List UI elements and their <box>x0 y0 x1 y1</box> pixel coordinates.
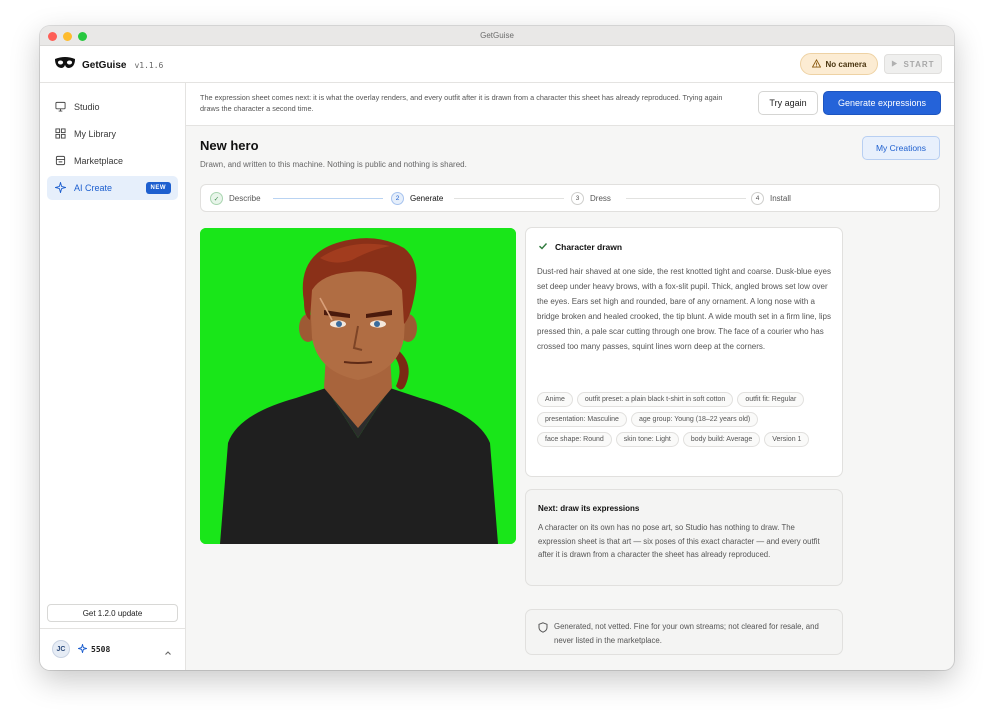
my-creations-button[interactable]: My Creations <box>862 136 940 160</box>
update-button[interactable]: Get 1.2.0 update <box>47 604 178 622</box>
step-label: Install <box>770 194 791 203</box>
step-generate[interactable]: 2 Generate <box>391 192 443 205</box>
step-connector <box>273 198 383 199</box>
sidebar: Studio My Library Marketplace AI Create … <box>40 83 186 670</box>
sparkle-icon <box>53 180 68 195</box>
vetting-notice-text: Generated, not vetted. Fine for your own… <box>554 622 819 645</box>
credits-balance: 5508 <box>76 642 111 655</box>
window-title: GetGuise <box>480 31 514 40</box>
tag: outfit fit: Regular <box>737 392 805 407</box>
zoom-window-button[interactable] <box>78 32 87 41</box>
notice-text: The expression sheet comes next: it is w… <box>200 93 723 113</box>
try-again-button[interactable]: Try again <box>758 91 818 115</box>
progress-stepper: ✓ Describe 2 Generate 3 Dress 4 Install <box>200 184 940 212</box>
tag: Anime <box>537 392 573 407</box>
step-check-icon: ✓ <box>210 192 223 205</box>
warning-icon <box>811 58 821 70</box>
camera-status-pill[interactable]: No camera <box>800 53 878 75</box>
notice-bar: The expression sheet comes next: it is w… <box>186 83 954 126</box>
tag: outfit preset: a plain black t-shirt in … <box>576 392 734 407</box>
play-icon <box>891 59 898 69</box>
step-describe[interactable]: ✓ Describe <box>210 192 261 205</box>
grid-icon <box>55 127 66 141</box>
character-details-card: Character drawn Dust-red hair shaved at … <box>525 227 843 477</box>
next-step-card: Next: draw its expressions A character o… <box>525 489 843 586</box>
character-description: Dust-red hair shaved at one side, the re… <box>537 267 831 351</box>
app-window: GetGuise GetGuise v1.1.6 No camera START… <box>40 26 954 670</box>
step-number: 3 <box>571 192 584 205</box>
tag: skin tone: Light <box>615 432 679 447</box>
sidebar-item-studio[interactable]: Studio <box>47 95 178 119</box>
sidebar-item-label: My Library <box>74 129 117 139</box>
step-connector <box>626 198 746 199</box>
sidebar-item-label: AI Create <box>74 183 113 193</box>
character-status: Character drawn <box>538 241 622 253</box>
step-number: 2 <box>391 192 404 205</box>
app-name: GetGuise <box>82 60 127 71</box>
tag: presentation: Masculine <box>537 412 627 427</box>
check-icon <box>538 241 548 253</box>
brand: GetGuise v1.1.6 <box>54 56 163 75</box>
page-title: New hero <box>200 138 259 153</box>
step-install[interactable]: 4 Install <box>751 192 791 205</box>
mask-logo-icon <box>54 56 76 75</box>
minimize-window-button[interactable] <box>63 32 72 41</box>
window-titlebar: GetGuise <box>40 26 954 46</box>
start-button[interactable]: START <box>884 54 942 74</box>
store-icon <box>55 155 66 168</box>
app-version: v1.1.6 <box>134 61 164 70</box>
sparkle-icon <box>76 642 89 655</box>
sidebar-item-label: Marketplace <box>74 156 124 166</box>
sidebar-divider <box>40 628 186 629</box>
character-portrait <box>200 228 516 544</box>
close-window-button[interactable] <box>48 32 57 41</box>
tag: body build: Average <box>682 432 761 447</box>
character-tags: Anime outfit preset: a plain black t-shi… <box>537 392 837 447</box>
next-step-body: A character on its own has no pose art, … <box>538 523 820 559</box>
step-number: 4 <box>751 192 764 205</box>
next-step-title: Next: draw its expressions <box>538 504 640 513</box>
step-label: Generate <box>410 194 444 203</box>
tag: age group: Young (18–22 years old) <box>630 412 759 427</box>
step-label: Dress <box>590 194 611 203</box>
sidebar-item-ai-create[interactable]: AI Create NEW <box>47 176 178 200</box>
new-badge: NEW <box>145 182 171 194</box>
page-subtitle: Drawn, and written to this machine. Noth… <box>200 160 467 169</box>
sidebar-item-marketplace[interactable]: Marketplace <box>47 149 178 173</box>
generate-expressions-button[interactable]: Generate expressions <box>823 91 941 115</box>
chevron-up-icon[interactable] <box>164 644 172 662</box>
shield-icon <box>538 620 548 638</box>
start-label: START <box>903 59 935 69</box>
step-connector <box>454 198 564 199</box>
credits-count: 5508 <box>91 644 111 654</box>
sidebar-item-my-library[interactable]: My Library <box>47 122 178 146</box>
step-dress[interactable]: 3 Dress <box>571 192 611 205</box>
sidebar-item-label: Studio <box>74 102 100 112</box>
window-controls <box>48 32 87 41</box>
tag: face shape: Round <box>537 432 612 447</box>
step-label: Describe <box>229 194 261 203</box>
app-header: GetGuise v1.1.6 No camera START <box>40 46 954 83</box>
camera-status-label: No camera <box>825 59 867 69</box>
character-status-label: Character drawn <box>555 242 623 252</box>
avatar: JC <box>52 640 70 658</box>
vetting-notice-card: Generated, not vetted. Fine for your own… <box>525 609 843 655</box>
tag: Version 1 <box>764 432 810 447</box>
monitor-icon <box>55 101 66 114</box>
user-account-row[interactable]: JC 5508 <box>52 638 174 660</box>
